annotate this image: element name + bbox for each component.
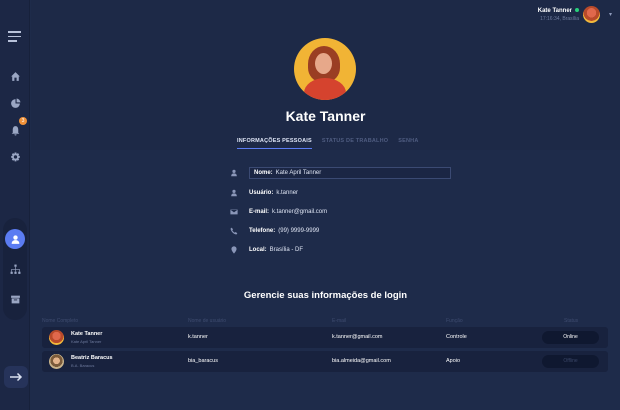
detail-name: Nome: Kate April Tanner	[230, 167, 451, 179]
profile-tabs: INFORMAÇÕES PESSOAIS STATUS DE TRABALHO …	[237, 138, 429, 149]
avatar[interactable]	[583, 6, 600, 23]
profile-name: Kate Tanner	[285, 108, 366, 124]
arrow-right-icon	[10, 372, 23, 382]
name-field[interactable]: Nome: Kate April Tanner	[249, 167, 451, 179]
row-role: Apoio	[446, 358, 461, 364]
user-menu[interactable]: Kate Tanner 17:16:34, Brasília ▾	[537, 6, 612, 23]
menu-icon[interactable]	[8, 31, 21, 45]
column-header: Nome de usuário	[188, 318, 227, 324]
mail-icon	[230, 209, 238, 215]
user-time: 17:16:34, Brasília	[540, 15, 579, 22]
bell-icon[interactable]: 3	[5, 117, 27, 140]
column-header: Nome Completo	[42, 318, 79, 324]
tab-personal-info[interactable]: INFORMAÇÕES PESSOAIS	[237, 138, 312, 149]
row-email: k.tanner@gmail.com	[332, 334, 383, 340]
phone-icon	[230, 227, 238, 235]
tab-work-status[interactable]: STATUS DE TRABALHO	[322, 138, 388, 149]
login-section-title: Gerencie suas informações de login	[243, 290, 408, 301]
home-icon[interactable]	[5, 66, 25, 86]
profile-avatar	[294, 38, 356, 100]
person-icon	[231, 169, 237, 177]
user-icon[interactable]	[5, 229, 25, 249]
status-badge: Offline	[542, 355, 599, 368]
person-icon	[231, 189, 237, 197]
column-header: Função	[446, 318, 463, 324]
row-subname: Kate April Tanner	[71, 339, 102, 344]
column-header: E-mail	[332, 318, 347, 324]
chevron-down-icon[interactable]: ▾	[609, 11, 612, 18]
status-badge: Online	[542, 331, 599, 344]
row-name: Beatriz Baracus	[71, 355, 113, 361]
online-indicator	[575, 7, 579, 12]
detail-phone: Telefone: (99) 9999-9999	[230, 227, 319, 235]
table-row[interactable]: Kate Tanner Kate April Tanner k.tanner k…	[42, 327, 608, 348]
row-username: bia_baracus	[188, 358, 218, 364]
row-subname: B.A. Baracus	[71, 363, 95, 368]
tab-password[interactable]: SENHA	[398, 138, 418, 149]
sidebar: 3	[0, 0, 30, 410]
user-name: Kate Tanner	[537, 7, 572, 14]
avatar	[49, 354, 64, 369]
table-row[interactable]: Beatriz Baracus B.A. Baracus bia_baracus…	[42, 351, 608, 372]
row-username: k.tanner	[188, 334, 208, 340]
row-email: bia.almeida@gmail.com	[332, 358, 391, 364]
detail-email: E-mail: k.tanner@gmail.com	[230, 208, 327, 216]
column-header: Status	[564, 318, 579, 324]
detail-location: Local: Brasília - DF	[230, 246, 303, 254]
notification-badge: 3	[19, 117, 27, 125]
logout-button[interactable]	[4, 366, 28, 388]
pie-chart-icon[interactable]	[5, 93, 25, 113]
archive-icon[interactable]	[5, 289, 25, 309]
sitemap-icon[interactable]	[5, 259, 25, 279]
detail-username: Usuário: k.tanner	[230, 189, 298, 197]
avatar	[49, 330, 64, 345]
gear-icon[interactable]	[5, 147, 25, 167]
location-pin-icon	[231, 246, 237, 254]
row-role: Controle	[446, 334, 467, 340]
row-name: Kate Tanner	[71, 331, 103, 337]
